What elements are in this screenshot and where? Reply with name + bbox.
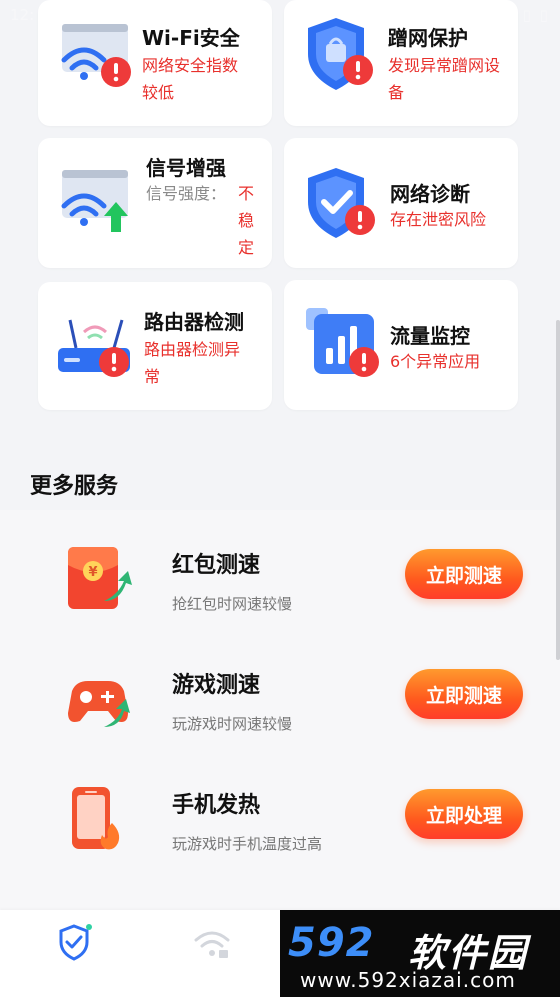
card-network-diagnosis[interactable]: 网络诊断 存在泄密风险: [284, 138, 518, 268]
shield-warning-icon: [308, 18, 373, 90]
scrollbar[interactable]: [556, 320, 560, 660]
signal-label: 信号强度：: [146, 184, 227, 203]
shield-check-warning-icon: [308, 168, 375, 238]
card-title: 信号增强: [146, 156, 226, 180]
card-traffic-monitor[interactable]: 流量监控 6个异常应用: [284, 280, 518, 410]
gamepad-icon: [68, 681, 130, 727]
service-item-red-packet: ¥ 红包测速 抢红包时网速较慢 立即测速: [0, 535, 560, 645]
card-title: 蹭网保护: [388, 26, 468, 50]
card-signal-boost[interactable]: 信号增强 信号强度： 不 稳 定: [38, 138, 272, 268]
status-icons: ▯ ▯: [522, 6, 550, 24]
phone-heat-icon: [72, 787, 120, 850]
card-desc: 存在泄密风险: [390, 210, 487, 229]
service-title: 红包测速: [172, 553, 261, 578]
service-subtitle: 玩游戏时网速较慢: [172, 715, 293, 733]
signal-value: 不 稳 定: [238, 184, 255, 257]
watermark-url: www.592xiazai.com: [300, 968, 516, 992]
card-desc: 6个异常应用: [390, 352, 481, 371]
test-speed-button[interactable]: 立即测速: [405, 549, 523, 599]
card-wifi-security[interactable]: Wi-Fi安全 网络安全指数 较低: [38, 0, 272, 126]
card-desc: 路由器检测异 常: [144, 340, 241, 386]
service-subtitle: 抢红包时网速较慢: [172, 595, 293, 613]
card-desc: 网络安全指数 较低: [142, 56, 239, 102]
card-desc: 发现异常蹭网设 备: [388, 56, 501, 102]
svg-text:¥: ¥: [88, 565, 97, 580]
wifi-boost-icon: [61, 170, 128, 232]
service-title: 手机发热: [172, 793, 261, 818]
status-time: 12:: [10, 6, 35, 24]
process-now-button[interactable]: 立即处理: [405, 789, 523, 839]
red-packet-icon: ¥: [68, 547, 132, 609]
shield-check-icon: [59, 924, 92, 961]
card-title: 路由器检测: [144, 310, 244, 334]
nav-tab-wifi[interactable]: [172, 910, 252, 970]
service-item-game-speed: 游戏测速 玩游戏时网速较慢 立即测速: [0, 655, 560, 765]
card-freeloader-protection[interactable]: 蹭网保护 发现异常蹭网设 备: [284, 0, 518, 126]
wifi-lock-icon: [194, 931, 230, 958]
watermark: 592 软件园 www.592xiazai.com: [280, 910, 560, 997]
card-title: 流量监控: [390, 324, 470, 348]
router-warning-icon: [58, 319, 130, 377]
watermark-logo: 592: [288, 920, 375, 966]
service-subtitle: 玩游戏时手机温度过高: [172, 835, 323, 853]
nav-tab-security[interactable]: [34, 910, 114, 970]
chart-warning-icon: [306, 308, 379, 377]
services-list: ¥ 红包测速 抢红包时网速较慢 立即测速 游戏测速 玩游戏时网速较慢 立即测速 …: [0, 510, 560, 910]
card-title: 网络诊断: [390, 182, 470, 206]
card-router-check[interactable]: 路由器检测 路由器检测异 常: [38, 282, 272, 410]
card-title: Wi-Fi安全: [142, 26, 240, 50]
wifi-warning-icon: [61, 24, 131, 87]
service-title: 游戏测速: [172, 673, 261, 698]
service-item-phone-heat: 手机发热 玩游戏时手机温度过高 立即处理: [0, 775, 560, 885]
section-title: 更多服务: [30, 474, 119, 499]
test-speed-button[interactable]: 立即测速: [405, 669, 523, 719]
